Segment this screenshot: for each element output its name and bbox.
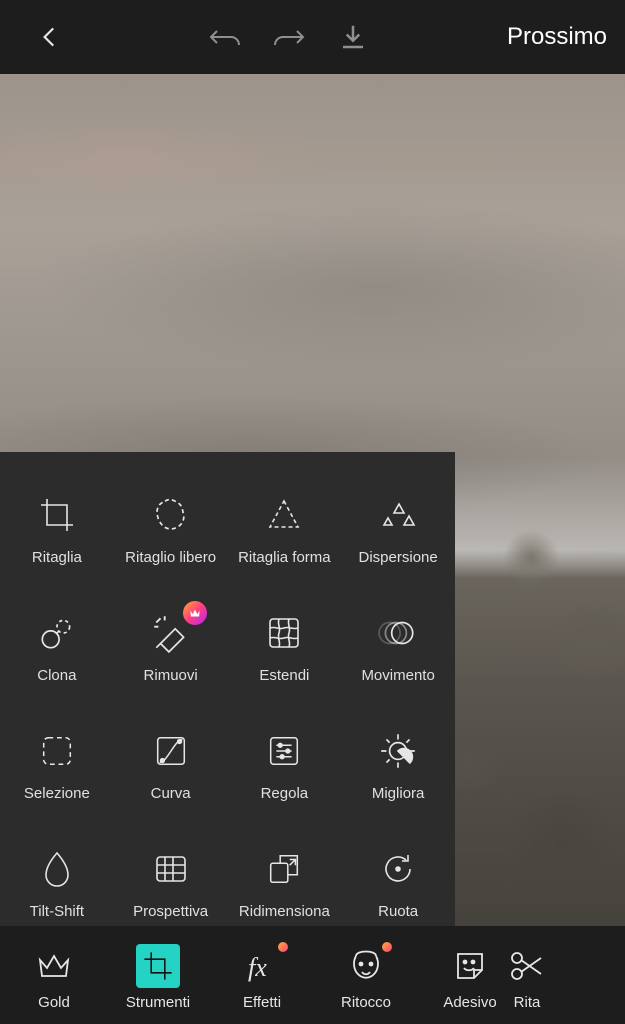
free-crop-icon xyxy=(149,493,193,537)
premium-badge-icon xyxy=(183,601,207,625)
tool-label: Regola xyxy=(261,785,309,802)
tool-enhance[interactable]: Migliora xyxy=(341,706,455,824)
tool-label: Ritaglia forma xyxy=(238,549,331,566)
tool-crop[interactable]: Ritaglia xyxy=(0,470,114,588)
tool-selection[interactable]: Selezione xyxy=(0,706,114,824)
nav-cutout[interactable]: Rita xyxy=(522,932,562,1022)
rotate-icon xyxy=(376,847,420,891)
tool-label: Curva xyxy=(151,785,191,802)
sticker-icon xyxy=(448,944,492,988)
tool-label: Ritaglia xyxy=(32,549,82,566)
bottom-nav: Gold Strumenti fx Effetti Ritocco xyxy=(0,926,625,1024)
curves-icon xyxy=(149,729,193,773)
svg-text:fx: fx xyxy=(248,953,267,982)
notification-dot-icon xyxy=(382,942,392,952)
tools-panel: Ritaglia Ritaglio libero Ritaglia forma … xyxy=(0,452,455,926)
nav-label: Rita xyxy=(514,994,541,1011)
tool-motion[interactable]: Movimento xyxy=(341,588,455,706)
perspective-icon xyxy=(149,847,193,891)
tool-label: Estendi xyxy=(259,667,309,684)
tool-label: Tilt-Shift xyxy=(30,903,84,920)
tool-label: Prospettiva xyxy=(133,903,208,920)
tool-free-crop[interactable]: Ritaglio libero xyxy=(114,470,228,588)
tool-perspective[interactable]: Prospettiva xyxy=(114,824,228,942)
nav-label: Ritocco xyxy=(341,994,391,1011)
nav-tools[interactable]: Strumenti xyxy=(106,932,210,1022)
nav-effects[interactable]: fx Effetti xyxy=(210,932,314,1022)
tool-tilt-shift[interactable]: Tilt-Shift xyxy=(0,824,114,942)
tool-label: Dispersione xyxy=(359,549,438,566)
fx-icon: fx xyxy=(240,944,284,988)
crop-icon xyxy=(136,944,180,988)
nav-label: Effetti xyxy=(243,994,281,1011)
app-root: Prossimo Ritaglia Ritaglio libero xyxy=(0,0,625,1024)
tool-curves[interactable]: Curva xyxy=(114,706,228,824)
tool-shape-crop[interactable]: Ritaglia forma xyxy=(228,470,342,588)
clone-icon xyxy=(35,611,79,655)
tool-resize[interactable]: Ridimensiona xyxy=(228,824,342,942)
enhance-icon xyxy=(376,729,420,773)
top-toolbar: Prossimo xyxy=(0,0,625,74)
tool-label: Ridimensiona xyxy=(239,903,330,920)
tool-adjust[interactable]: Regola xyxy=(228,706,342,824)
tool-label: Movimento xyxy=(361,667,434,684)
undo-button[interactable] xyxy=(201,13,249,61)
resize-icon xyxy=(262,847,306,891)
nav-label: Gold xyxy=(38,994,70,1011)
next-button[interactable]: Prossimo xyxy=(507,23,607,51)
dispersion-icon xyxy=(376,493,420,537)
shape-crop-icon xyxy=(262,493,306,537)
nav-gold[interactable]: Gold xyxy=(2,932,106,1022)
remove-icon xyxy=(149,611,193,655)
tool-stretch[interactable]: Estendi xyxy=(228,588,342,706)
tool-label: Ritaglio libero xyxy=(125,549,216,566)
tilt-shift-icon xyxy=(35,847,79,891)
tool-label: Clona xyxy=(37,667,76,684)
face-icon xyxy=(344,944,388,988)
stretch-icon xyxy=(262,611,306,655)
tool-remove[interactable]: Rimuovi xyxy=(114,588,228,706)
nav-label: Strumenti xyxy=(126,994,190,1011)
nav-retouch[interactable]: Ritocco xyxy=(314,932,418,1022)
crown-icon xyxy=(32,944,76,988)
export-button[interactable] xyxy=(329,13,377,61)
back-button[interactable] xyxy=(26,13,74,61)
tool-clone[interactable]: Clona xyxy=(0,588,114,706)
tool-rotate[interactable]: Ruota xyxy=(341,824,455,942)
nav-label: Adesivo xyxy=(443,994,496,1011)
redo-button[interactable] xyxy=(265,13,313,61)
motion-icon xyxy=(376,611,420,655)
notification-dot-icon xyxy=(278,942,288,952)
tool-label: Migliora xyxy=(372,785,425,802)
crop-icon xyxy=(35,493,79,537)
scissors-icon xyxy=(505,944,549,988)
tool-label: Ruota xyxy=(378,903,418,920)
tool-label: Rimuovi xyxy=(144,667,198,684)
adjust-icon xyxy=(262,729,306,773)
tool-dispersion[interactable]: Dispersione xyxy=(341,470,455,588)
selection-icon xyxy=(35,729,79,773)
tool-label: Selezione xyxy=(24,785,90,802)
